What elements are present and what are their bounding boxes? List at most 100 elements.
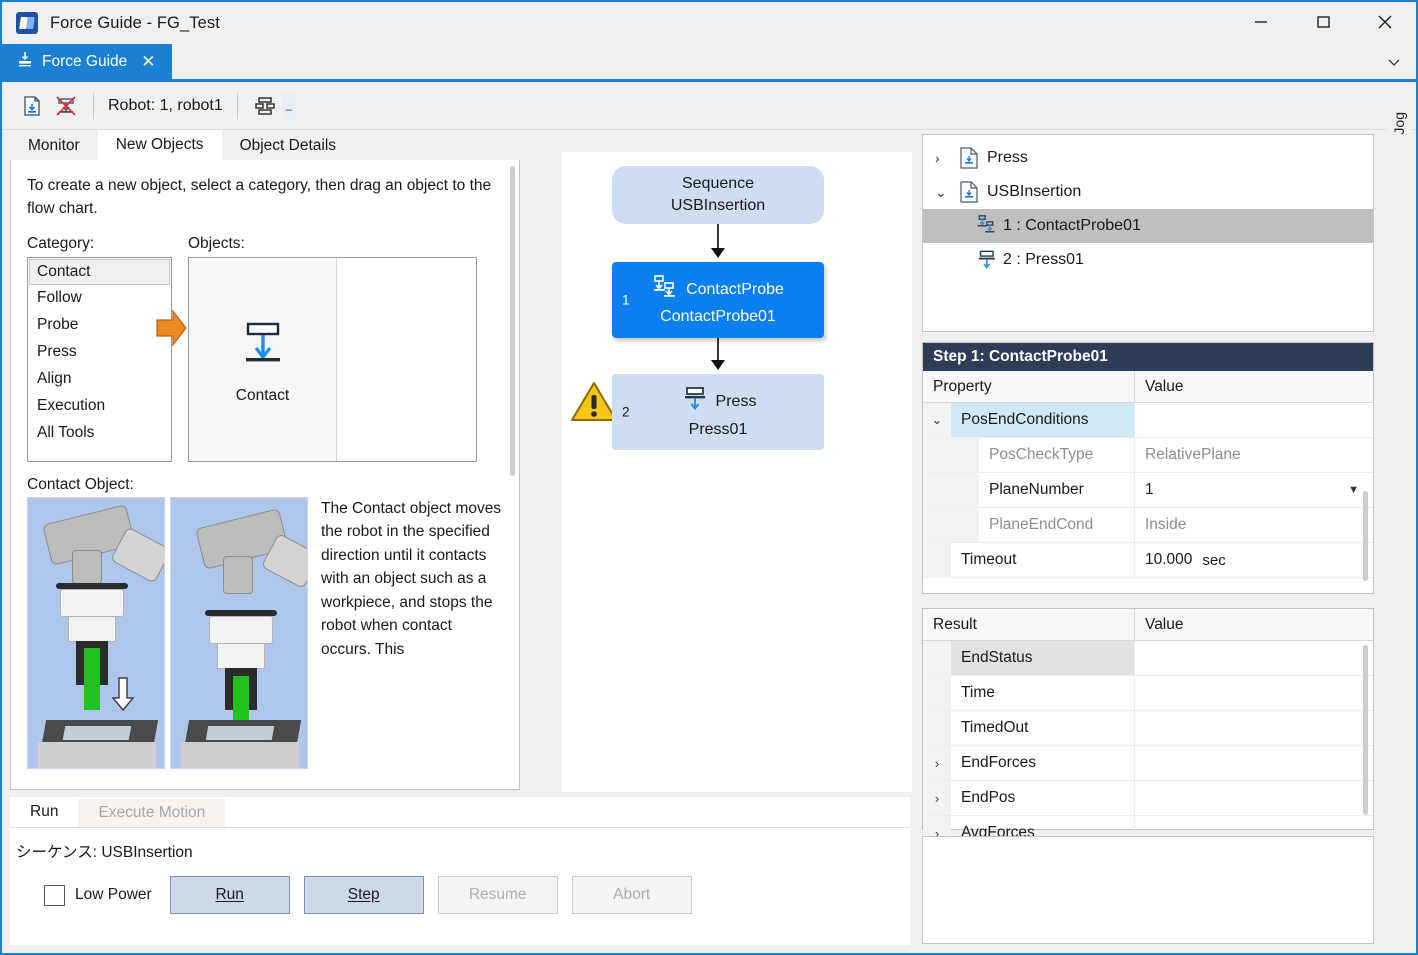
result-row-endpos[interactable]: › EndPos — [923, 781, 1373, 816]
sequence-file-icon — [959, 181, 987, 203]
run-panel: Run Execute Motion シーケンス: USBInsertion L… — [10, 797, 910, 945]
category-item-press[interactable]: Press — [29, 339, 170, 366]
property-row-planeendcond[interactable]: PlaneEndCond Inside — [923, 508, 1373, 543]
category-item-contact[interactable]: Contact — [29, 259, 170, 286]
result-value — [1135, 711, 1373, 745]
row-gutter — [923, 641, 951, 675]
flow-node-sequence[interactable]: Sequence USBInsertion — [612, 166, 824, 224]
property-value[interactable]: 10.000 sec — [1135, 543, 1373, 577]
warning-icon — [570, 380, 618, 429]
tab-run[interactable]: Run — [10, 797, 78, 827]
resume-button-label: Resume — [469, 886, 527, 904]
result-row-endforces[interactable]: › EndForces — [923, 746, 1373, 781]
abort-button: Abort — [572, 876, 692, 914]
chevron-down-icon[interactable] — [1386, 44, 1416, 79]
toolbar-separator — [93, 93, 94, 119]
result-grid-header: Result Value — [923, 609, 1373, 641]
tree-item-label: USBInsertion — [987, 183, 1081, 201]
step-button[interactable]: Step — [304, 876, 424, 914]
contact-object-icon — [232, 314, 294, 381]
tree-item-usbinsertion[interactable]: ⌄ USBInsertion — [923, 175, 1373, 209]
clear-sequence-icon[interactable] — [49, 89, 83, 123]
chevron-right-icon[interactable]: › — [935, 150, 959, 166]
result-row-timedout[interactable]: TimedOut — [923, 711, 1373, 746]
result-grid-scrollbar[interactable] — [1363, 645, 1368, 815]
object-item-label: Contact — [236, 387, 289, 405]
toolbar-overflow-button[interactable]: – — [282, 93, 296, 119]
tab-force-guide[interactable]: Force Guide ✕ — [2, 44, 172, 79]
window-title: Force Guide - FG_Test — [50, 14, 220, 33]
tree-item-press[interactable]: › Press — [923, 141, 1373, 175]
category-item-probe[interactable]: Probe — [29, 312, 170, 339]
sequence-title: Sequence — [682, 173, 754, 195]
flow-node-step-2[interactable]: 2 Press Press01 — [612, 374, 824, 450]
property-name: PosEndConditions — [951, 403, 1135, 437]
flow-node-2-type: Press — [716, 393, 757, 411]
right-bottom-pane — [922, 836, 1374, 944]
category-item-execution[interactable]: Execution — [29, 393, 170, 420]
tab-new-objects[interactable]: New Objects — [98, 130, 222, 160]
chevron-down-icon[interactable]: ⌄ — [935, 184, 959, 201]
property-row-timeout[interactable]: Timeout 10.000 sec — [923, 543, 1373, 578]
property-value[interactable]: 1 ▼ — [1135, 473, 1373, 507]
tree-item-press01[interactable]: 2 : Press01 — [923, 243, 1373, 277]
left-panel-tabs: Monitor New Objects Object Details — [10, 130, 520, 160]
contact-probe-icon — [975, 215, 1003, 237]
expander-down-icon[interactable]: ⌄ — [923, 403, 951, 437]
close-icon[interactable] — [1354, 2, 1416, 42]
close-icon[interactable]: ✕ — [141, 52, 155, 72]
run-panel-tabs: Run Execute Motion — [10, 797, 910, 827]
maximize-icon[interactable] — [1292, 2, 1354, 42]
low-power-checkbox[interactable] — [44, 885, 65, 906]
force-guide-window: Force Guide - FG_Test Fo — [0, 0, 1418, 955]
contact-after-image — [170, 497, 308, 769]
tab-monitor[interactable]: Monitor — [10, 132, 98, 160]
property-grid-title: Step 1: ContactProbe01 — [923, 343, 1373, 371]
expander-right-icon[interactable]: › — [923, 781, 951, 815]
property-row-posendconditions[interactable]: ⌄ PosEndConditions — [923, 403, 1373, 438]
result-row-time[interactable]: Time — [923, 676, 1373, 711]
resume-button: Resume — [438, 876, 558, 914]
row-gutter — [923, 438, 979, 472]
objects-list[interactable]: Contact — [188, 257, 477, 462]
layout-icon[interactable] — [248, 89, 282, 123]
jog-vertical-tab[interactable]: Jog — [1386, 88, 1412, 158]
expander-right-icon[interactable]: › — [923, 746, 951, 780]
toolbar-separator-2 — [237, 93, 238, 119]
flow-node-step-1[interactable]: 1 ContactProbe ContactProbe0 — [612, 262, 824, 338]
force-guide-tab-label: Force Guide — [42, 53, 127, 71]
save-file-icon[interactable] — [15, 89, 49, 123]
property-grid-scrollbar[interactable] — [1363, 491, 1368, 581]
robot-selector-label[interactable]: Robot: 1, robot1 — [104, 97, 227, 115]
result-row-endstatus[interactable]: EndStatus — [923, 641, 1373, 676]
run-button[interactable]: Run — [170, 876, 290, 914]
flow-node-1-number: 1 — [622, 293, 630, 308]
object-item-contact[interactable]: Contact — [189, 258, 337, 461]
flow-node-1-name: ContactProbe01 — [660, 308, 776, 326]
press-icon — [680, 385, 708, 418]
property-value[interactable] — [1135, 403, 1373, 437]
category-item-all-tools[interactable]: All Tools — [29, 420, 170, 447]
category-list[interactable]: Contact Follow Probe Press Align Executi… — [27, 257, 172, 462]
property-row-poschecktype[interactable]: PosCheckType RelativePlane — [923, 438, 1373, 473]
tree-item-contactprobe01[interactable]: 1 : ContactProbe01 — [923, 209, 1373, 243]
left-panel-scrollbar[interactable] — [510, 166, 515, 476]
jog-tab-label: Jog — [1391, 112, 1407, 135]
connector-2 — [717, 338, 719, 362]
title-bar: Force Guide - FG_Test — [2, 2, 1416, 44]
category-item-follow[interactable]: Follow — [29, 285, 170, 312]
property-value[interactable]: RelativePlane — [1135, 438, 1373, 472]
transition-arrow-icon — [155, 308, 187, 348]
property-value[interactable]: Inside — [1135, 508, 1373, 542]
toolbar: Robot: 1, robot1 – — [2, 82, 1416, 130]
step-button-label: Step — [348, 886, 380, 904]
connector-1 — [717, 224, 719, 250]
abort-button-label: Abort — [613, 886, 650, 904]
property-row-planenumber[interactable]: PlaneNumber 1 ▼ — [923, 473, 1373, 508]
category-item-align[interactable]: Align — [29, 366, 170, 393]
chevron-down-icon[interactable]: ▼ — [1348, 484, 1359, 496]
contact-object-title: Contact Object: — [27, 476, 503, 494]
tab-object-details[interactable]: Object Details — [222, 132, 354, 160]
contact-before-image — [27, 497, 165, 769]
minimize-icon[interactable] — [1230, 2, 1292, 42]
